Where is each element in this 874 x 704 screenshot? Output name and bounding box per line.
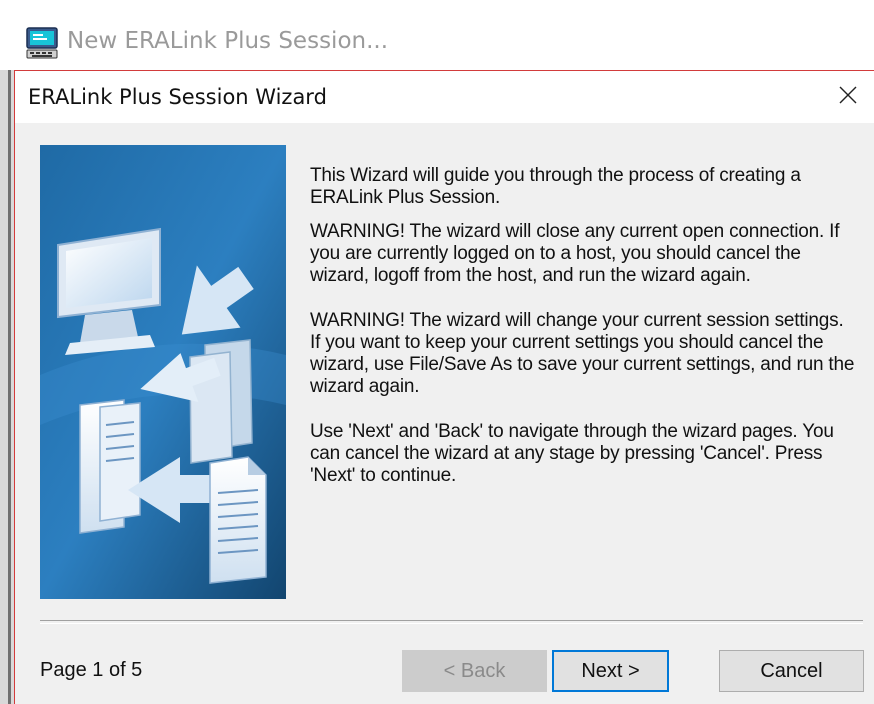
cancel-button[interactable]: Cancel (719, 650, 864, 692)
wizard-dialog: ERALink Plus Session Wizard This Wizard … (14, 70, 874, 704)
dialog-titlebar[interactable]: ERALink Plus Session Wizard (15, 71, 874, 123)
navigation-help-paragraph: Use 'Next' and 'Back' to navigate throug… (310, 421, 834, 486)
close-icon (838, 85, 858, 110)
wizard-instructions: This Wizard will guide you through the p… (310, 165, 855, 487)
warning-connection-paragraph: WARNING! The wizard will close any curre… (310, 221, 840, 286)
warning-settings-paragraph: WARNING! The wizard will change your cur… (310, 310, 855, 397)
back-button[interactable]: < Back (402, 650, 547, 692)
parent-window-border (8, 70, 11, 704)
page-indicator: Page 1 of 5 (40, 659, 143, 681)
parent-window-edge (0, 70, 14, 704)
parent-window-title: New ERALink Plus Session... (67, 28, 389, 54)
close-button[interactable] (822, 71, 874, 123)
dialog-title: ERALink Plus Session Wizard (28, 85, 327, 109)
wizard-side-image (40, 145, 286, 599)
terminal-computer-icon (25, 26, 59, 60)
next-button[interactable]: Next > (552, 650, 669, 692)
intro-paragraph: This Wizard will guide you through the p… (310, 165, 801, 208)
footer-separator (40, 620, 863, 624)
parent-window-titlebar: New ERALink Plus Session... (0, 0, 874, 70)
